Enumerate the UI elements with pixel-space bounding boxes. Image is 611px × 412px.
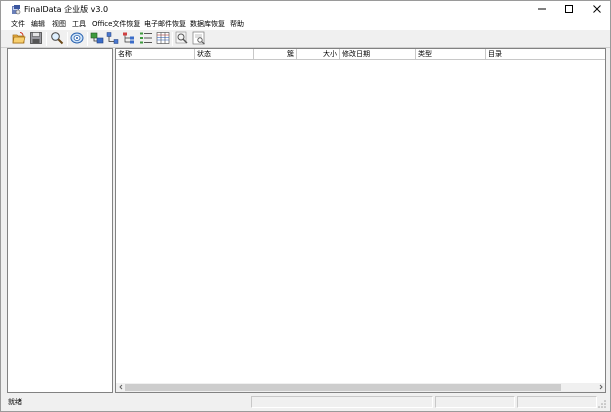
- menu-database-recovery[interactable]: 数据库恢复: [190, 19, 225, 30]
- menu-view[interactable]: 视图: [52, 19, 66, 30]
- open-button[interactable]: [11, 31, 27, 47]
- branch-button[interactable]: [121, 31, 137, 47]
- magnifier-icon: [50, 31, 64, 47]
- maximize-icon: [564, 4, 574, 16]
- scroll-right-button[interactable]: [596, 383, 605, 392]
- menu-edit[interactable]: 编辑: [31, 19, 45, 30]
- title-bar[interactable]: FinalData 企业版 v3.0: [1, 1, 610, 19]
- column-header-type[interactable]: 类型: [416, 49, 486, 59]
- column-header-status[interactable]: 状态: [195, 49, 254, 59]
- column-header-cluster[interactable]: 簇: [254, 49, 297, 59]
- maximize-button[interactable]: [554, 1, 584, 19]
- open-folder-icon: [12, 31, 26, 47]
- save-disk-icon: [29, 31, 43, 47]
- column-header-modified[interactable]: 修改日期: [340, 49, 416, 59]
- column-header-directory[interactable]: 目录: [486, 49, 605, 59]
- menu-file[interactable]: 文件: [11, 19, 25, 30]
- connect-nodes-icon: [106, 31, 120, 47]
- tree-view-icon: [139, 31, 153, 47]
- connect-button[interactable]: [105, 31, 121, 47]
- zoom-button[interactable]: [174, 31, 190, 47]
- toolbar-separator: [67, 32, 68, 46]
- zoom-icon: [175, 31, 189, 47]
- file-list-pane[interactable]: 名称 状态 簇 大小 修改日期 类型 目录: [115, 48, 606, 393]
- menu-tools[interactable]: 工具: [72, 19, 86, 30]
- status-panel: [517, 396, 597, 408]
- menu-help[interactable]: 帮助: [230, 19, 244, 30]
- chevron-right-icon: [598, 384, 604, 392]
- preview-button[interactable]: [191, 31, 207, 47]
- status-text: 就绪: [8, 398, 22, 406]
- find-button[interactable]: [49, 31, 65, 47]
- window-title: FinalData 企业版 v3.0: [24, 5, 109, 14]
- status-bar: 就绪: [1, 394, 610, 411]
- tree-view-button[interactable]: [138, 31, 154, 47]
- list-header: 名称 状态 簇 大小 修改日期 类型 目录: [116, 49, 605, 60]
- menu-email-recovery[interactable]: 电子邮件恢复: [144, 19, 186, 30]
- scan-button[interactable]: [69, 31, 85, 47]
- close-icon: [592, 4, 602, 16]
- app-window: FinalData 企业版 v3.0 文件 编辑 视图 工具 Office文件恢…: [0, 0, 611, 412]
- toolbar-separator: [46, 32, 47, 46]
- horizontal-scroll-thumb[interactable]: [125, 384, 561, 391]
- close-button[interactable]: [582, 1, 611, 19]
- drive-tree-pane[interactable]: [7, 48, 113, 393]
- status-panel: [435, 396, 515, 408]
- scroll-left-button[interactable]: [116, 383, 125, 392]
- chevron-left-icon: [118, 384, 124, 392]
- resize-grip-icon[interactable]: [597, 399, 607, 409]
- horizontal-scrollbar[interactable]: [116, 383, 605, 392]
- move-tree-icon: [90, 31, 104, 47]
- column-header-name[interactable]: 名称: [116, 49, 195, 59]
- list-view-button[interactable]: [155, 31, 171, 47]
- menu-bar: 文件 编辑 视图 工具 Office文件恢复 电子邮件恢复 数据库恢复 帮助: [1, 19, 610, 30]
- status-panel: [251, 396, 433, 408]
- toolbar: [1, 30, 610, 48]
- branch-nodes-icon: [122, 31, 136, 47]
- preview-icon: [192, 31, 206, 47]
- scan-drive-icon: [70, 31, 84, 47]
- menu-office-recovery[interactable]: Office文件恢复: [92, 19, 140, 30]
- toolbar-separator: [172, 32, 173, 46]
- move-up-button[interactable]: [89, 31, 105, 47]
- minimize-icon: [537, 4, 547, 16]
- save-button[interactable]: [28, 31, 44, 47]
- minimize-button[interactable]: [527, 1, 557, 19]
- list-view-icon: [156, 31, 170, 47]
- toolbar-separator: [87, 32, 88, 46]
- finaldata-app-icon: [11, 5, 21, 15]
- column-header-size[interactable]: 大小: [297, 49, 340, 59]
